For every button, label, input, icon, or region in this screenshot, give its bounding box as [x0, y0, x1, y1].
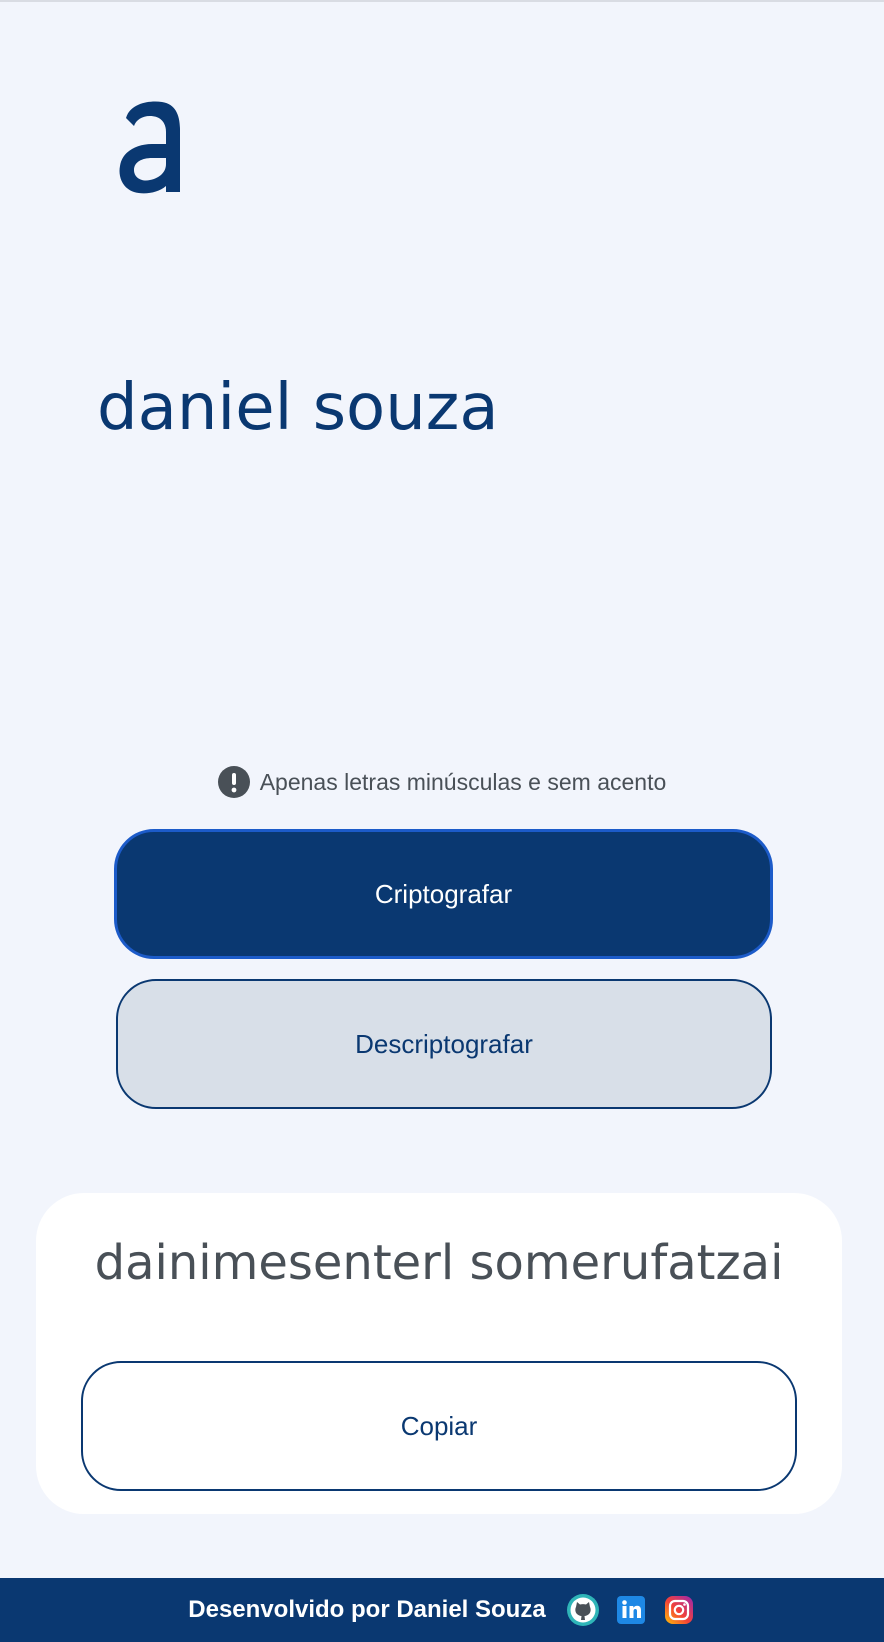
- encrypt-button[interactable]: Criptografar: [114, 829, 773, 959]
- linkedin-icon[interactable]: [614, 1593, 648, 1627]
- alura-a-logo-icon: [119, 101, 180, 194]
- github-icon[interactable]: [566, 1593, 600, 1627]
- output-text: dainimesenterl somerufatzai: [94, 1235, 784, 1291]
- footer-credit: Desenvolvido por Daniel Souza: [188, 1596, 546, 1623]
- exclamation-circle-icon: [217, 766, 250, 798]
- logo: [118, 98, 188, 198]
- copy-button[interactable]: Copiar: [81, 1361, 797, 1491]
- top-border: [0, 0, 884, 2]
- instagram-icon[interactable]: [662, 1593, 696, 1627]
- output-card: dainimesenterl somerufatzai Copiar: [36, 1193, 842, 1514]
- decrypt-button[interactable]: Descriptografar: [116, 979, 772, 1109]
- message-input[interactable]: daniel souza: [97, 368, 797, 448]
- hint-text: Apenas letras minúsculas e sem acento: [259, 768, 667, 795]
- hint-message: Apenas letras minúsculas e sem acento: [0, 766, 884, 798]
- footer: Desenvolvido por Daniel Souza: [0, 1578, 884, 1642]
